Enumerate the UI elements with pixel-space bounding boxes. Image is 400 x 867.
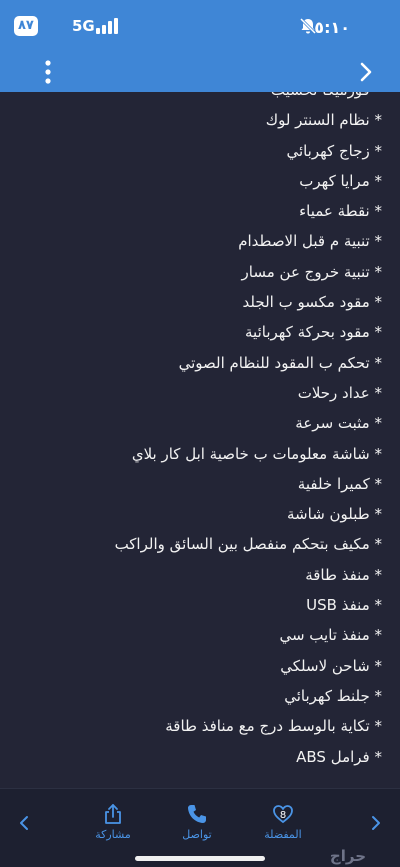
- top-bar: ٨٧ 5G ٥:١٠: [0, 0, 400, 92]
- list-item: * مرايا كهرب: [299, 171, 382, 190]
- list-item: * جلنط كهربائي: [284, 686, 382, 705]
- list-item: * منفذ تايب سي: [279, 626, 382, 645]
- kebab-menu-icon[interactable]: [38, 59, 58, 85]
- list-item: * نقطة عمياء: [299, 202, 382, 221]
- chevron-left-icon[interactable]: [16, 815, 32, 831]
- list-item: * منفذ USB: [306, 596, 382, 615]
- list-item: * نظام السنتر لوك: [265, 111, 382, 130]
- status-time: ٥:١٠: [314, 18, 350, 37]
- list-item: * شاشة معلومات ب خاصية ابل كار بلاي: [131, 444, 382, 463]
- home-indicator[interactable]: [135, 856, 265, 861]
- chevron-right-icon[interactable]: [354, 60, 378, 84]
- list-item: * منفذ طاقة: [305, 565, 382, 584]
- list-item: * زجاج كهربائي: [286, 141, 382, 160]
- list-item: * مثبت سرعة: [295, 414, 382, 433]
- list-item: * فورميكا تخشيب: [10, 92, 382, 105]
- contact-button[interactable]: تواصل: [162, 803, 232, 841]
- list-item: * فرامل ABS: [296, 747, 382, 766]
- favorite-label: المفضلة: [264, 828, 302, 841]
- list-item: * تنبية م قبل الاصطدام: [238, 232, 382, 251]
- list-item: * مقود مكسو ب الجلد: [242, 293, 382, 312]
- features-list[interactable]: * فورميكا تخشيب * نظام السنتر لوك * زجاج…: [0, 92, 400, 788]
- battery-indicator: ٨٧: [14, 16, 38, 36]
- share-label: مشاركة: [95, 828, 131, 841]
- list-item: * عداد رحلات: [297, 383, 382, 402]
- haraj-logo: حراج: [329, 847, 366, 865]
- list-item: * مكيف بتحكم منفصل بين السائق والراكب: [114, 535, 382, 554]
- favorite-count: 8: [279, 810, 287, 821]
- list-item: * كميرا خلفية: [297, 474, 382, 493]
- chevron-right-icon[interactable]: [368, 815, 384, 831]
- status-bar: ٨٧ 5G ٥:١٠: [0, 0, 400, 52]
- contact-label: تواصل: [182, 828, 212, 841]
- signal-icon: [96, 18, 118, 34]
- navigation-row: [0, 52, 400, 92]
- list-item: * تكاية بالوسط درج مع منافذ طاقة: [165, 717, 382, 736]
- share-icon: [105, 804, 121, 824]
- favorite-button[interactable]: 8 المفضلة: [248, 803, 318, 841]
- list-item: * تحكم ب المقود للنظام الصوتي: [178, 353, 382, 372]
- list-item: * شاحن لاسلكي: [280, 656, 382, 675]
- list-item: * مقود بحركة كهربائية: [245, 323, 382, 342]
- share-button[interactable]: مشاركة: [78, 803, 148, 841]
- list-item: * تنبية خروج عن مسار: [241, 262, 382, 281]
- network-type: 5G: [72, 17, 95, 35]
- list-item: * طبلون شاشة: [287, 505, 382, 524]
- phone-icon: [188, 805, 206, 823]
